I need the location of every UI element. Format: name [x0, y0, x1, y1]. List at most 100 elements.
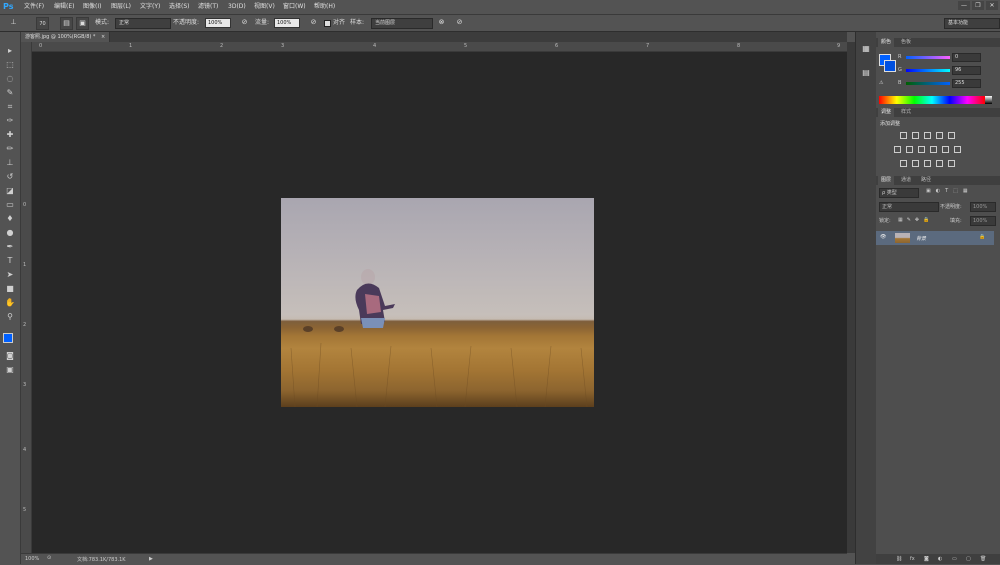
color-balance-icon[interactable]: [906, 146, 913, 153]
layer-style-icon[interactable]: fx: [910, 556, 915, 562]
tab-close-icon[interactable]: ×: [101, 34, 105, 40]
layer-fill-input[interactable]: 100%: [970, 216, 996, 226]
status-menu-icon[interactable]: ⊙: [47, 555, 51, 561]
tab-layers[interactable]: 图层: [878, 176, 895, 185]
crop-tool-icon[interactable]: ⌗: [4, 101, 16, 112]
channel-b-value[interactable]: 255: [952, 79, 981, 88]
channel-g-slider[interactable]: [906, 69, 950, 72]
history-brush-tool-icon[interactable]: ↺: [4, 171, 16, 182]
pressure-opacity-icon[interactable]: ⊘: [239, 17, 250, 28]
levels-icon[interactable]: [912, 132, 919, 139]
channel-r-value[interactable]: 0: [952, 53, 981, 62]
channel-r-slider[interactable]: [906, 56, 950, 59]
selective-color-icon[interactable]: [948, 160, 955, 167]
minimize-button[interactable]: —: [958, 1, 970, 10]
new-adjustment-layer-icon[interactable]: ◐: [938, 556, 942, 562]
quick-mask-icon[interactable]: ◙: [4, 350, 16, 361]
sample-dropdown[interactable]: 当前图层: [371, 18, 433, 29]
menu-filter[interactable]: 滤镜(T): [198, 0, 218, 14]
screen-mode-icon[interactable]: ▣: [4, 364, 16, 375]
properties-panel-icon[interactable]: ▤: [860, 68, 872, 78]
color-lookup-icon[interactable]: [954, 146, 961, 153]
threshold-icon[interactable]: [924, 160, 931, 167]
layer-visibility-eye-icon[interactable]: 👁: [880, 234, 886, 240]
menu-image[interactable]: 图像(I): [83, 0, 101, 14]
aligned-checkbox[interactable]: [324, 20, 331, 27]
eraser-tool-icon[interactable]: ◪: [4, 185, 16, 196]
layer-row-background[interactable]: 👁 背景 🔒: [876, 231, 994, 245]
zoom-level[interactable]: 100%: [25, 556, 39, 562]
tab-swatches[interactable]: 色板: [898, 38, 914, 47]
color-spectrum-ramp[interactable]: [879, 96, 985, 104]
canvas-image[interactable]: [281, 198, 594, 407]
flow-input[interactable]: 100%: [274, 18, 300, 28]
menu-3d[interactable]: 3D(D): [228, 0, 246, 14]
hue-saturation-icon[interactable]: [894, 146, 901, 153]
zoom-tool-icon[interactable]: ⚲: [4, 311, 16, 322]
menu-window[interactable]: 窗口(W): [283, 0, 306, 14]
menu-help[interactable]: 帮助(H): [314, 0, 335, 14]
dodge-tool-icon[interactable]: ●: [4, 227, 16, 238]
delete-layer-icon[interactable]: 🗑: [980, 556, 986, 562]
toggle-brush-panel-icon[interactable]: ▤: [60, 17, 73, 30]
layer-lock-icons[interactable]: ▦✎✥🔒: [898, 217, 933, 223]
layer-filter-icons[interactable]: ▣◐T⬚▦: [926, 188, 973, 194]
layer-blend-mode-dropdown[interactable]: 正常: [879, 202, 939, 212]
ignore-adjustment-layers-icon[interactable]: ⊗: [436, 17, 447, 28]
history-panel-icon[interactable]: ▦: [860, 44, 872, 54]
status-arrow-icon[interactable]: ▶: [149, 556, 153, 562]
color-background-swatch[interactable]: [884, 60, 896, 72]
out-of-gamut-warning-icon[interactable]: ⚠: [879, 80, 883, 86]
menu-edit[interactable]: 编辑(E): [54, 0, 74, 14]
link-layers-icon[interactable]: ⛓: [896, 556, 902, 562]
quick-select-tool-icon[interactable]: ✎: [4, 87, 16, 98]
gradient-tool-icon[interactable]: ▭: [4, 199, 16, 210]
document-tab[interactable]: 游客照.jpg @ 100%(RGB/8) * ×: [21, 32, 111, 42]
blur-tool-icon[interactable]: ♦: [4, 213, 16, 224]
toggle-clone-source-icon[interactable]: ▣: [76, 17, 89, 30]
exposure-icon[interactable]: [936, 132, 943, 139]
menu-select[interactable]: 选择(S): [169, 0, 190, 14]
curves-icon[interactable]: [924, 132, 931, 139]
photo-filter-icon[interactable]: [930, 146, 937, 153]
path-select-tool-icon[interactable]: ➤: [4, 269, 16, 280]
move-tool-icon[interactable]: ▸: [4, 45, 16, 56]
tab-color[interactable]: 颜色: [878, 38, 895, 47]
foreground-color-swatch[interactable]: [3, 333, 13, 343]
gradient-map-icon[interactable]: [936, 160, 943, 167]
tab-paths[interactable]: 路径: [918, 176, 934, 185]
menu-layer[interactable]: 图层(L): [111, 0, 131, 14]
hand-tool-icon[interactable]: ✋: [4, 297, 16, 308]
tab-styles[interactable]: 样式: [898, 108, 914, 117]
pen-tool-icon[interactable]: ✒: [4, 241, 16, 252]
new-group-icon[interactable]: ▭: [952, 556, 957, 562]
brush-preset-picker[interactable]: 70: [36, 17, 49, 30]
type-tool-icon[interactable]: T: [4, 255, 16, 266]
brush-tool-icon[interactable]: ✏: [4, 143, 16, 154]
menu-file[interactable]: 文件(F): [24, 0, 44, 14]
lasso-tool-icon[interactable]: ◌: [4, 73, 16, 84]
posterize-icon[interactable]: [912, 160, 919, 167]
tab-channels[interactable]: 通道: [898, 176, 914, 185]
tab-adjustments[interactable]: 调整: [878, 108, 895, 117]
layer-opacity-input[interactable]: 100%: [970, 202, 996, 212]
marquee-tool-icon[interactable]: ⬚: [4, 59, 16, 70]
brightness-contrast-icon[interactable]: [900, 132, 907, 139]
opacity-input[interactable]: 100%: [205, 18, 231, 28]
clone-stamp-tool-icon[interactable]: ⊥: [8, 17, 19, 28]
new-layer-icon[interactable]: ▢: [966, 556, 971, 562]
vibrance-icon[interactable]: [948, 132, 955, 139]
shape-tool-icon[interactable]: ■: [4, 283, 16, 294]
pressure-size-icon[interactable]: ⊘: [454, 17, 465, 28]
menu-view[interactable]: 视图(V): [254, 0, 275, 14]
close-button[interactable]: ✕: [986, 1, 998, 10]
layer-name[interactable]: 背景: [916, 235, 926, 242]
healing-brush-tool-icon[interactable]: ✚: [4, 129, 16, 140]
airbrush-icon[interactable]: ⊘: [308, 17, 319, 28]
color-bw-ramp[interactable]: [985, 96, 992, 104]
invert-icon[interactable]: [900, 160, 907, 167]
clone-stamp-tool-icon[interactable]: ⊥: [4, 157, 16, 168]
restore-button[interactable]: ❐: [972, 1, 984, 10]
add-mask-icon[interactable]: ◙: [924, 556, 929, 562]
eyedropper-tool-icon[interactable]: ✑: [4, 115, 16, 126]
